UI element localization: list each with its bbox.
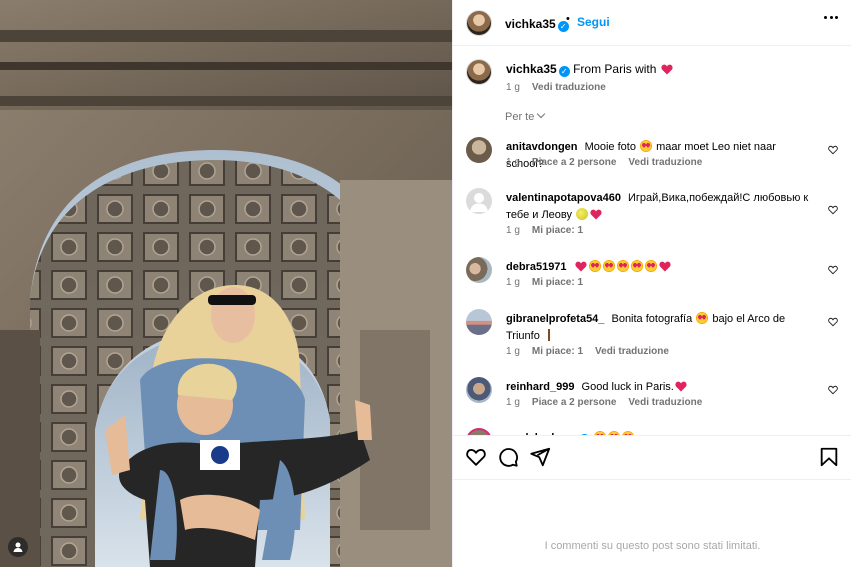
like-comment-icon[interactable] (828, 145, 838, 155)
verified-badge-icon: ✓ (558, 66, 570, 77)
send-icon[interactable] (529, 446, 551, 468)
red-heart-emoji-icon (675, 381, 687, 392)
more-horizontal-icon[interactable] (824, 16, 838, 20)
red-heart-emoji-icon (661, 64, 673, 75)
comment-time[interactable]: 1 g (506, 225, 520, 236)
tagged-user-icon[interactable] (8, 537, 28, 557)
arc-de-triomphe-photo (0, 0, 452, 567)
avatar[interactable] (466, 309, 492, 335)
default-avatar-icon (470, 193, 488, 212)
like-comment-icon[interactable] (828, 265, 838, 275)
author-name[interactable]: vichka35 ✓ (505, 15, 569, 33)
comment-translate[interactable]: Vedi traduzione (595, 346, 669, 357)
comment-translate[interactable]: Vedi traduzione (628, 397, 702, 408)
comment-time[interactable]: 1 g (506, 157, 520, 168)
comment-likes[interactable]: Piace a 2 persone (532, 397, 617, 408)
like-comment-icon[interactable] (828, 385, 838, 395)
separator-dot: • (566, 13, 570, 25)
sort-label[interactable]: Per te (505, 111, 534, 123)
comment-username[interactable]: valentinapotapova460 (506, 192, 621, 204)
red-heart-emoji-icon (659, 261, 671, 272)
avatar[interactable] (466, 188, 492, 214)
action-bar (453, 435, 851, 479)
comment-translate[interactable]: Vedi traduzione (628, 157, 702, 168)
red-heart-emoji-icon (590, 209, 602, 220)
post-photo[interactable] (0, 0, 452, 567)
avatar[interactable] (466, 377, 492, 403)
tower-emoji-icon (543, 329, 554, 341)
like-comment-icon[interactable] (828, 317, 838, 327)
heart-eyes-emoji-icon (616, 260, 629, 272)
comment-time[interactable]: 1 g (506, 346, 520, 357)
comment-icon[interactable] (497, 446, 519, 468)
comment-time[interactable]: 1 g (506, 397, 520, 408)
heart-outline-icon[interactable] (465, 446, 487, 468)
heart-eyes-emoji-icon (630, 260, 643, 272)
heart-eyes-emoji-icon (644, 260, 657, 272)
avatar[interactable] (466, 137, 492, 163)
comment-time[interactable]: 1 g (506, 277, 520, 288)
follow-button[interactable]: Segui (577, 15, 610, 29)
avatar[interactable] (466, 59, 492, 85)
comment-likes[interactable]: Piace a 2 persone (532, 157, 617, 168)
bookmark-icon[interactable] (818, 446, 840, 468)
avatar[interactable] (466, 10, 492, 36)
comments-limited-notice: I commenti su questo post sono stati lim… (453, 479, 851, 567)
tennis-ball-emoji-icon (576, 208, 589, 220)
post-side-panel: vichka35 ✓ • Segui vichka35 ✓ From Paris w… (452, 0, 851, 567)
comment-likes[interactable]: Mi piace: 1 (532, 277, 583, 288)
heart-eyes-emoji-icon (602, 260, 615, 272)
comments-list[interactable]: vichka35 ✓ From Paris with 1 g Vedi traduz… (453, 47, 851, 435)
caption-time[interactable]: 1 g (506, 82, 520, 93)
sort-dropdown[interactable]: Per te (505, 109, 546, 123)
like-comment-icon[interactable] (828, 205, 838, 215)
comment-username[interactable]: anitavdongen (506, 141, 578, 153)
comment-username[interactable]: reinhard_999 (506, 381, 574, 393)
comment-username[interactable]: debra51971 (506, 261, 567, 273)
comment-likes[interactable]: Mi piace: 1 (532, 346, 583, 357)
comment-text: Mooie foto (584, 141, 636, 153)
post-header: vichka35 ✓ • Segui (453, 0, 851, 46)
caption-username[interactable]: vichka35 (506, 62, 557, 76)
comment-text: Good luck in Paris. (581, 381, 674, 393)
red-heart-emoji-icon (575, 261, 587, 272)
comment-likes[interactable]: Mi piace: 1 (532, 225, 583, 236)
heart-eyes-emoji-icon (588, 260, 601, 272)
heart-eyes-emoji-icon (640, 140, 653, 152)
username[interactable]: vichka35 (505, 17, 556, 31)
avatar[interactable] (466, 428, 492, 435)
avatar[interactable] (466, 257, 492, 283)
comment-text: Bonita fotografía (611, 313, 693, 325)
heart-eyes-emoji-icon (696, 312, 709, 324)
caption-text: From Paris with (573, 62, 657, 76)
caption-translate[interactable]: Vedi traduzione (532, 82, 606, 93)
comment-username[interactable]: gibranelprofeta54_ (506, 313, 604, 325)
chevron-down-icon (537, 109, 546, 119)
